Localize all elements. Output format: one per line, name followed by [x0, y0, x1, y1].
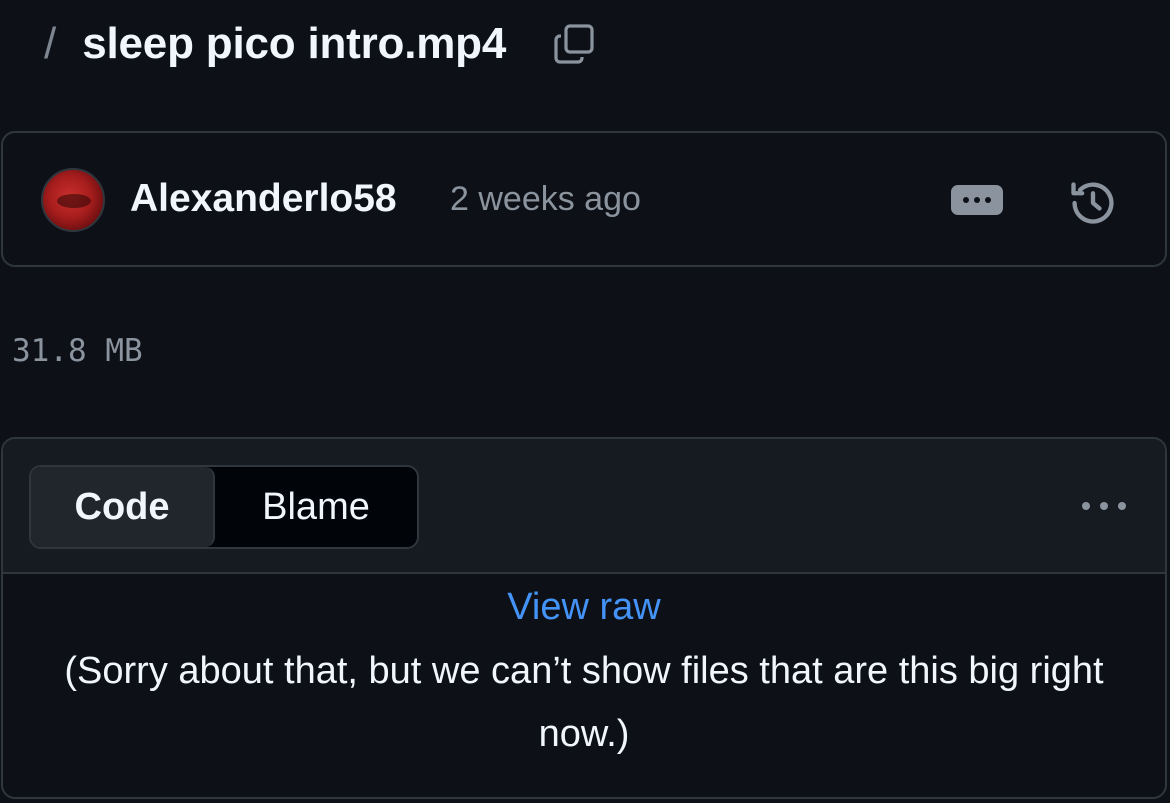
- commit-author-link[interactable]: Alexanderlo58: [130, 179, 397, 218]
- file-size: 31.8 MB: [12, 333, 143, 369]
- tab-blame[interactable]: Blame: [215, 467, 417, 547]
- file-viewer: Code Blame View raw (Sorry about that, b…: [1, 437, 1167, 799]
- tab-code[interactable]: Code: [31, 467, 215, 547]
- latest-commit-box: Alexanderlo58 2 weeks ago: [1, 131, 1167, 267]
- file-name-title: sleep pico intro.mp4: [82, 19, 507, 68]
- file-body: View raw (Sorry about that, but we can’t…: [3, 574, 1165, 766]
- file-too-big-message: (Sorry about that, but we can’t show fil…: [64, 649, 1104, 755]
- commit-details-button[interactable]: [951, 185, 1003, 215]
- copy-path-button[interactable]: [548, 18, 600, 70]
- breadcrumb: / sleep pico intro.mp4: [44, 16, 600, 72]
- ellipsis-icon: [963, 197, 969, 203]
- breadcrumb-separator: /: [44, 19, 57, 68]
- view-raw-link[interactable]: View raw: [507, 586, 660, 630]
- kebab-horizontal-icon: [1082, 502, 1090, 510]
- file-header: Code Blame: [3, 439, 1165, 574]
- history-icon: [1071, 182, 1114, 224]
- view-mode-toggle: Code Blame: [29, 465, 419, 549]
- file-menu-button[interactable]: [1071, 489, 1137, 523]
- copy-icon: [554, 24, 594, 64]
- history-button[interactable]: [1065, 175, 1121, 231]
- avatar[interactable]: [41, 168, 105, 232]
- commit-time: 2 weeks ago: [450, 180, 641, 218]
